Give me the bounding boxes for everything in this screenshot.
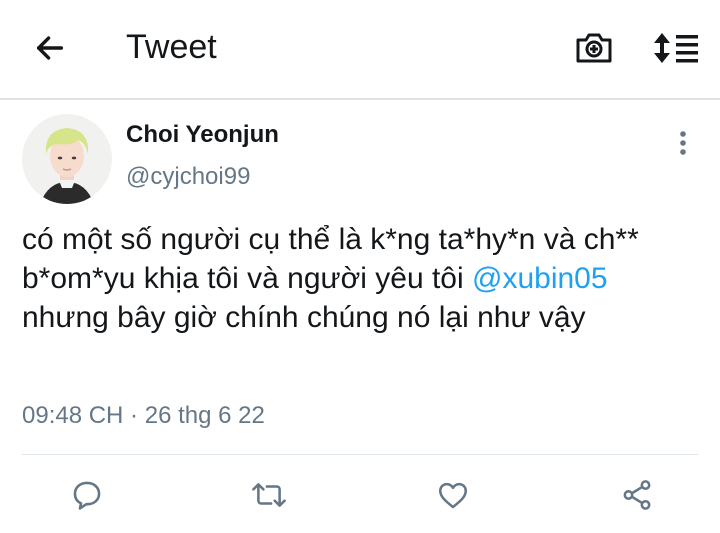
actions-divider	[22, 454, 698, 455]
more-options-button[interactable]	[670, 126, 696, 160]
camera-plus-icon	[576, 33, 612, 63]
back-button[interactable]	[28, 26, 72, 70]
tweet-text: có một số người cụ thể là k*ng ta*hy*n v…	[22, 220, 702, 337]
like-icon	[438, 482, 468, 509]
author-handle[interactable]: @cyjchoi99	[126, 162, 250, 192]
retweet-button[interactable]	[244, 472, 294, 518]
page-title: Tweet	[126, 28, 217, 66]
reply-button[interactable]	[62, 472, 112, 518]
app-header: Tweet	[0, 0, 720, 98]
tweet-text-part: nhưng bây giờ chính chúng nó lại như vậy	[22, 301, 586, 334]
more-vertical-icon	[680, 131, 686, 155]
sort-list-icon	[654, 33, 698, 63]
share-button[interactable]	[612, 472, 662, 518]
like-button[interactable]	[428, 472, 478, 518]
share-icon	[623, 480, 651, 510]
header-divider	[0, 98, 720, 100]
tweet-timestamp: 09:48 CH · 26 thg 6 22	[22, 402, 265, 429]
author-name[interactable]: Choi Yeonjun	[126, 120, 279, 150]
camera-button[interactable]	[570, 26, 618, 70]
mention-link[interactable]: @xubin05	[472, 262, 608, 295]
arrow-left-icon	[36, 36, 64, 60]
sort-button[interactable]	[648, 26, 704, 70]
reply-icon	[73, 481, 101, 510]
avatar[interactable]	[22, 114, 112, 204]
avatar-image	[22, 114, 112, 204]
retweet-icon	[252, 483, 286, 507]
